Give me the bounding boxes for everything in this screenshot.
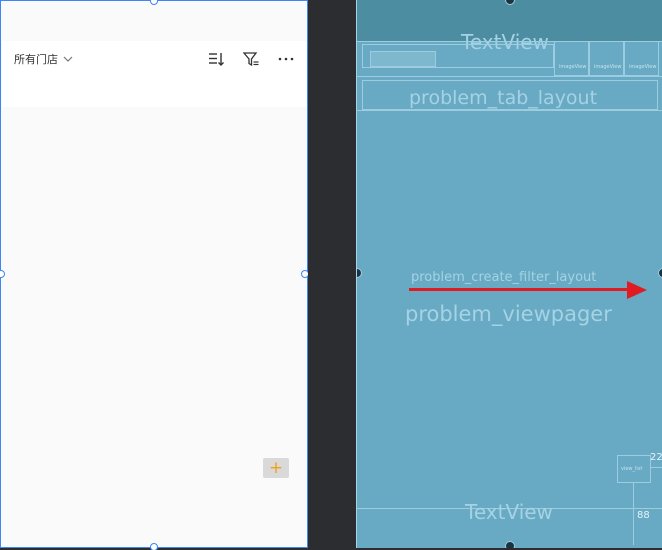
- filter-toolbar: 所有门店: [2, 41, 307, 107]
- tab-item-label: imageView: [629, 64, 657, 70]
- arrow-head-icon: [627, 281, 647, 299]
- tab-item-label: imageView: [559, 64, 587, 70]
- store-selector[interactable]: 所有门店: [14, 51, 73, 67]
- more-icon[interactable]: [277, 51, 295, 67]
- constraint-handle-right[interactable]: [658, 268, 662, 278]
- tab-item-label: imageView: [594, 64, 622, 70]
- guideline: [357, 76, 662, 77]
- plus-icon: +: [268, 458, 284, 478]
- add-button[interactable]: +: [263, 458, 289, 478]
- tab-item-outline[interactable]: imageView: [589, 41, 624, 76]
- tab-item-outline[interactable]: imageView: [624, 41, 659, 76]
- margin-bottom-value: 88: [637, 510, 650, 521]
- footer-textview-label: TextView: [465, 500, 553, 524]
- tab-item-outline[interactable]: imageView: [554, 41, 589, 76]
- panel-divider: [308, 0, 356, 550]
- resize-handle-left[interactable]: [0, 270, 5, 278]
- filter-layout-label: problem_create_filter_layout: [411, 270, 597, 285]
- resize-handle-top[interactable]: [150, 0, 158, 5]
- store-selector-outline[interactable]: [370, 51, 436, 67]
- viewpager-label: problem_viewpager: [405, 302, 612, 326]
- design-preview[interactable]: 所有门店 +: [0, 0, 309, 550]
- filter-icon[interactable]: [242, 51, 260, 67]
- arrow-indicator: [409, 288, 631, 291]
- tab-layout-outline[interactable]: problem_tab_layout: [362, 80, 658, 110]
- guideline: [357, 110, 662, 111]
- margin-right-value: 22: [650, 452, 662, 463]
- constraint-handle-left[interactable]: [357, 268, 362, 278]
- tab-layout-label: problem_tab_layout: [409, 87, 598, 109]
- margin-line-right: [651, 467, 662, 468]
- small-view-label: view_list: [621, 466, 643, 472]
- sort-icon[interactable]: [207, 51, 225, 67]
- store-selector-label: 所有门店: [14, 53, 58, 66]
- layout-editor: 所有门店 + TextView imageView imageView imag…: [0, 0, 662, 550]
- margin-line-bottom: [633, 483, 634, 545]
- small-view-outline[interactable]: view_list: [617, 455, 651, 483]
- blueprint-view[interactable]: TextView imageView imageView imageView p…: [356, 0, 662, 548]
- chevron-down-icon: [63, 56, 73, 62]
- resize-handle-bottom[interactable]: [150, 543, 158, 550]
- constraint-handle-bottom[interactable]: [505, 541, 515, 548]
